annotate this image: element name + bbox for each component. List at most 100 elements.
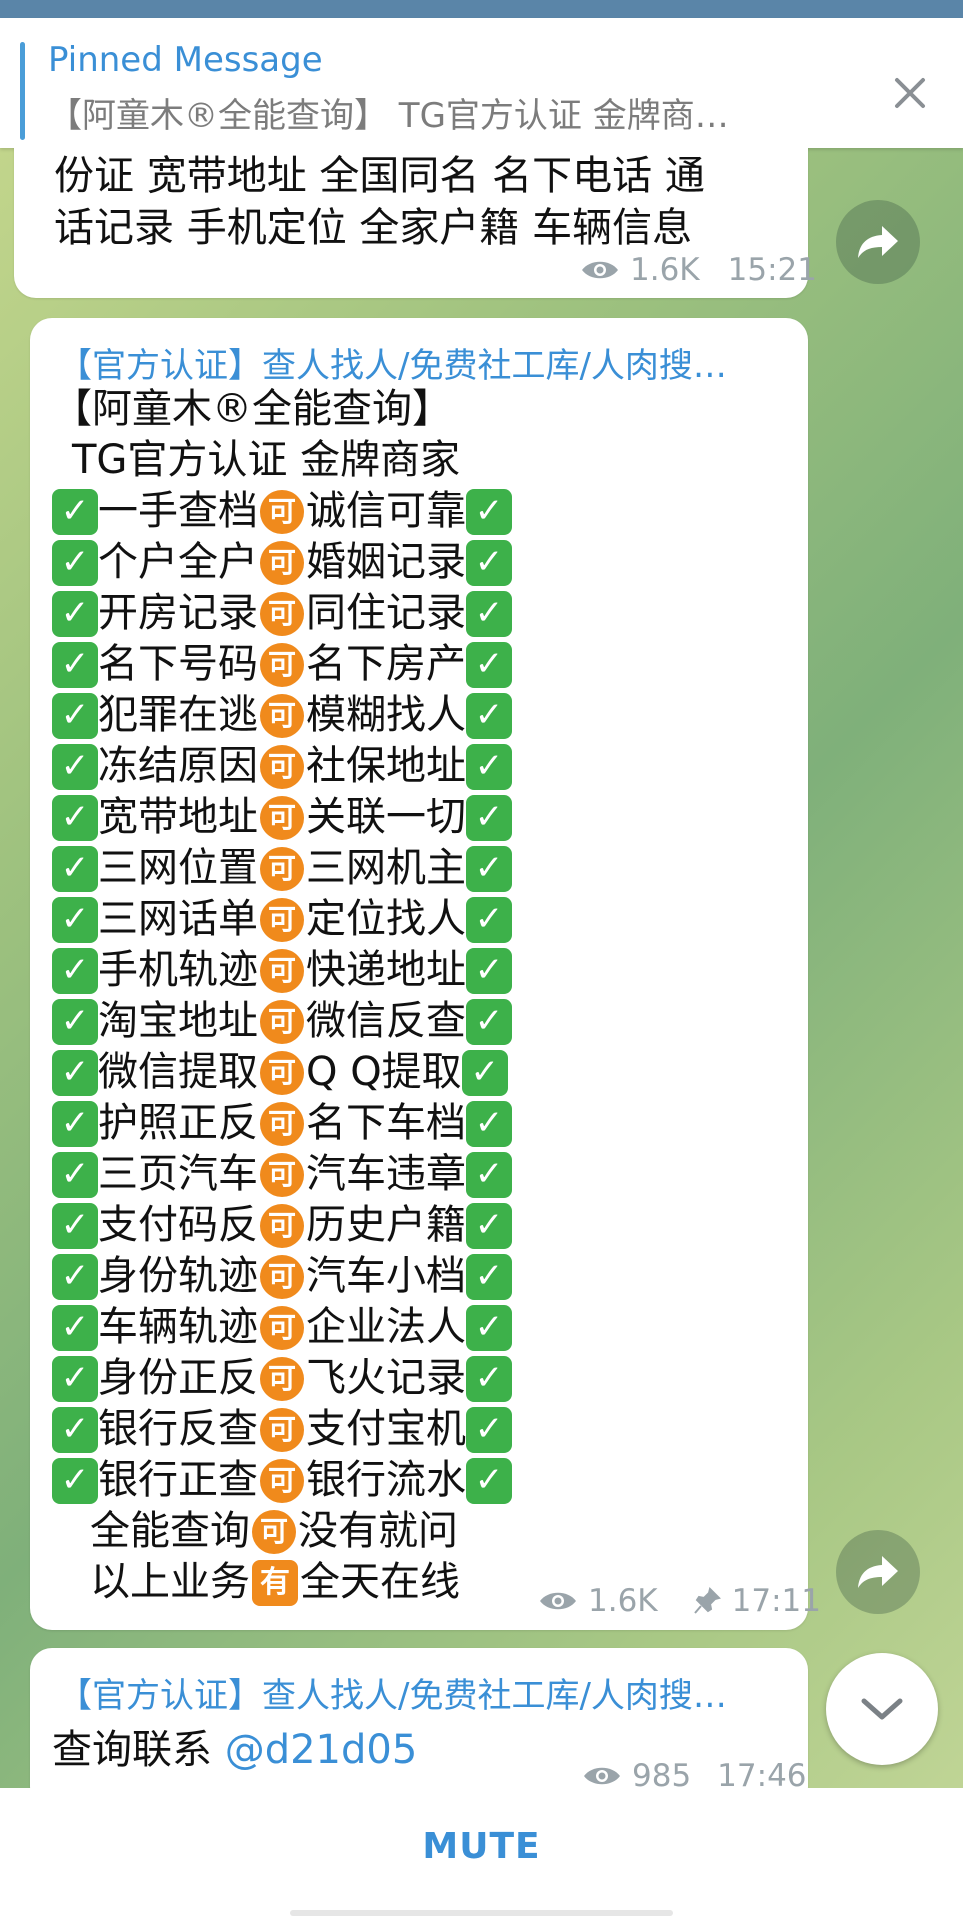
check-icon: ✓: [52, 539, 98, 586]
message-time: 15:21: [727, 252, 817, 288]
checklist-row: ✓ 宽带地址可关联一切 ✓: [52, 792, 512, 843]
footer-line: 以上业务有全天在线: [52, 1557, 512, 1608]
scroll-down-button[interactable]: [826, 1653, 938, 1765]
row-left-text: 手机轨迹: [98, 947, 258, 993]
view-count: 1.6K: [630, 252, 700, 288]
ke-badge-icon: 可: [260, 1458, 304, 1503]
ke-badge-icon: 可: [260, 1356, 304, 1401]
pin-icon: [693, 1587, 721, 1614]
row-left-text: 银行正查: [98, 1457, 258, 1503]
close-icon[interactable]: [880, 63, 940, 123]
message-bubble[interactable]: 份证 宽带地址 全国同名 名下电话 通 话记录 手机定位 全家户籍 车辆信息 1…: [14, 148, 817, 298]
message-text: 查询联系 @d21d05: [52, 1727, 418, 1773]
forward-icon: [858, 226, 898, 258]
footer-left-text: 以上业务: [90, 1559, 250, 1605]
checklist-row: ✓ 车辆轨迹可企业法人 ✓: [52, 1302, 512, 1353]
row-left-text: 支付码反: [98, 1202, 258, 1248]
check-icon: ✓: [466, 896, 512, 943]
row-right-text: 银行流水: [306, 1457, 466, 1503]
checklist-row: ✓ 身份正反可飞火记录 ✓: [52, 1353, 512, 1404]
check-icon: ✓: [52, 488, 98, 535]
eye-icon: [584, 1767, 620, 1785]
checklist-row: ✓ 名下号码可名下房产 ✓: [52, 639, 512, 690]
message-time: 17:46: [717, 1758, 807, 1788]
status-bar-strip: [0, 0, 963, 18]
row-left-text: 宽带地址: [98, 794, 258, 840]
forward-icon: [858, 1556, 898, 1588]
check-icon: ✓: [466, 641, 512, 688]
footer-line: 全能查询可没有就问: [52, 1506, 512, 1557]
you-badge-icon: 有: [252, 1559, 298, 1606]
row-right-text: 名下房产: [306, 641, 466, 687]
check-icon: ✓: [52, 1457, 98, 1504]
message-meta: 1.6K 15:21: [580, 252, 817, 288]
check-icon: ✓: [466, 590, 512, 637]
ke-badge-icon: 可: [260, 744, 304, 789]
check-icon: ✓: [52, 794, 98, 841]
message-bubble[interactable]: 【官方认证】查人找人/免费社工库/人肉搜… 查询联系 @d21d05 985 1…: [30, 1648, 808, 1788]
row-right-text: 名下车档: [306, 1100, 466, 1146]
ke-badge-icon: 可: [260, 1203, 304, 1248]
checklist-row: ✓ 银行反查可支付宝机 ✓: [52, 1404, 512, 1455]
forward-button[interactable]: [836, 200, 920, 284]
checklist-row: ✓ 三网位置可三网机主 ✓: [52, 843, 512, 894]
row-left-text: 开房记录: [98, 590, 258, 636]
check-icon: ✓: [466, 1406, 512, 1453]
check-icon: ✓: [466, 692, 512, 739]
message-text: 【阿童木®全能查询】 TG官方认证 金牌商家 ✓ 一手查档可诚信可靠 ✓ ✓ 个户全户可…: [52, 384, 512, 1608]
sender-name[interactable]: 【官方认证】查人找人/免费社工库/人肉搜…: [58, 338, 788, 387]
view-count: 1.6K: [588, 1583, 658, 1619]
row-right-text: Q Q提取: [306, 1049, 462, 1095]
checklist-row: ✓ 三页汽车可汽车违章 ✓: [52, 1149, 512, 1200]
message-header-line: TG官方认证 金牌商家: [72, 437, 461, 483]
eye-icon: [540, 1592, 576, 1610]
checklist-row: ✓ 个户全户可婚姻记录 ✓: [52, 537, 512, 588]
message-meta: 1.6K 17:11: [538, 1583, 821, 1619]
row-left-text: 护照正反: [98, 1100, 258, 1146]
forward-button[interactable]: [836, 1530, 920, 1614]
checklist-row: ✓ 冻结原因可社保地址 ✓: [52, 741, 512, 792]
checklist-row: ✓ 支付码反可历史户籍 ✓: [52, 1200, 512, 1251]
chat-area[interactable]: 份证 宽带地址 全国同名 名下电话 通 话记录 手机定位 全家户籍 车辆信息 1…: [0, 148, 963, 1788]
row-right-text: 同住记录: [306, 590, 466, 636]
home-indicator[interactable]: [290, 1910, 673, 1916]
pinned-preview-text: 【阿童木®全能查询】 TG官方认证 金牌商…: [48, 96, 729, 136]
chevron-down-icon: [861, 1698, 903, 1720]
row-right-text: 诚信可靠: [306, 488, 466, 534]
pinned-message-bar[interactable]: Pinned Message 【阿童木®全能查询】 TG官方认证 金牌商…: [0, 18, 963, 148]
check-icon: ✓: [52, 1304, 98, 1351]
check-icon: ✓: [52, 1253, 98, 1300]
checklist-row: ✓ 身份轨迹可汽车小档 ✓: [52, 1251, 512, 1302]
mention-link[interactable]: @d21d05: [225, 1727, 418, 1773]
row-right-text: 快递地址: [306, 947, 466, 993]
ke-badge-icon: 可: [260, 1152, 304, 1197]
check-icon: ✓: [52, 692, 98, 739]
row-left-text: 淘宝地址: [98, 998, 258, 1044]
bottom-bar: MUTE: [0, 1788, 963, 1920]
mute-button[interactable]: MUTE: [0, 1826, 963, 1867]
ke-badge-icon: 可: [260, 999, 304, 1044]
row-right-text: 汽车小档: [306, 1253, 466, 1299]
row-right-text: 企业法人: [306, 1304, 466, 1350]
row-left-text: 一手查档: [98, 488, 258, 534]
sender-name[interactable]: 【官方认证】查人找人/免费社工库/人肉搜…: [58, 1668, 788, 1717]
check-icon: ✓: [466, 1151, 512, 1198]
ke-badge-icon: 可: [260, 540, 304, 585]
row-left-text: 身份轨迹: [98, 1253, 258, 1299]
check-icon: ✓: [52, 845, 98, 892]
message-bubble[interactable]: 【官方认证】查人找人/免费社工库/人肉搜… 【阿童木®全能查询】 TG官方认证 …: [30, 318, 821, 1630]
ke-badge-icon: 可: [260, 897, 304, 942]
row-left-text: 三网话单: [98, 896, 258, 942]
message-meta: 985 17:46: [582, 1758, 807, 1788]
row-left-text: 身份正反: [98, 1355, 258, 1401]
checklist-row: ✓ 护照正反可名下车档 ✓: [52, 1098, 512, 1149]
check-icon: ✓: [466, 743, 512, 790]
row-left-text: 三页汽车: [98, 1151, 258, 1197]
check-icon: ✓: [52, 590, 98, 637]
row-left-text: 三网位置: [98, 845, 258, 891]
check-icon: ✓: [52, 896, 98, 943]
checklist-row: ✓ 淘宝地址可微信反查 ✓: [52, 996, 512, 1047]
ke-badge-icon: 可: [260, 591, 304, 636]
ke-badge-icon: 可: [260, 795, 304, 840]
pinned-accent-bar: [20, 42, 25, 140]
